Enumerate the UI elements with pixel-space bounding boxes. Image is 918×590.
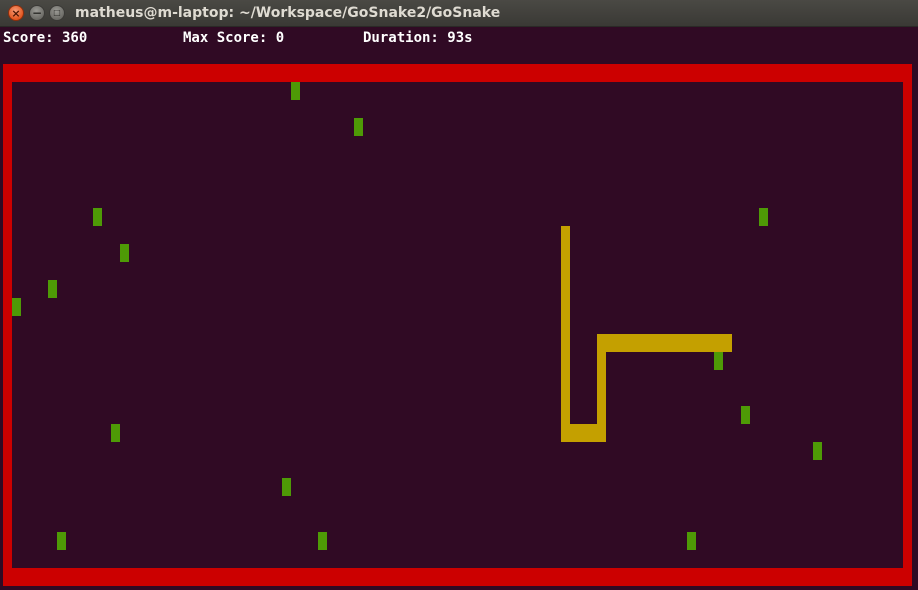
snake-segment <box>561 226 570 442</box>
window-titlebar[interactable]: × − □ matheus@m-laptop: ~/Workspace/GoSn… <box>0 0 918 27</box>
score-label: Score: 360 <box>3 30 88 46</box>
food-pellet <box>291 82 300 100</box>
wall-top <box>3 64 912 82</box>
maximize-window-button[interactable]: □ <box>49 5 65 21</box>
food-pellet <box>111 424 120 442</box>
food-pellet <box>318 532 327 550</box>
food-pellet <box>759 208 768 226</box>
wall-left <box>3 64 12 586</box>
wall-right <box>903 64 912 586</box>
food-pellet <box>282 478 291 496</box>
food-pellet <box>354 118 363 136</box>
duration-label: Duration: 93s <box>363 30 473 46</box>
food-pellet <box>48 280 57 298</box>
food-pellet <box>813 442 822 460</box>
close-window-button[interactable]: × <box>8 5 24 21</box>
terminal-area[interactable] <box>0 27 918 590</box>
food-pellet <box>57 532 66 550</box>
snake-segment <box>597 334 732 352</box>
food-pellet <box>714 352 723 370</box>
food-pellet <box>93 208 102 226</box>
max-score-label: Max Score: 0 <box>183 30 285 46</box>
wall-bottom <box>3 568 912 586</box>
food-pellet <box>741 406 750 424</box>
minimize-window-button[interactable]: − <box>29 5 45 21</box>
window-title: matheus@m-laptop: ~/Workspace/GoSnake2/G… <box>75 5 501 21</box>
food-pellet <box>120 244 129 262</box>
food-pellet <box>687 532 696 550</box>
food-pellet <box>12 298 21 316</box>
